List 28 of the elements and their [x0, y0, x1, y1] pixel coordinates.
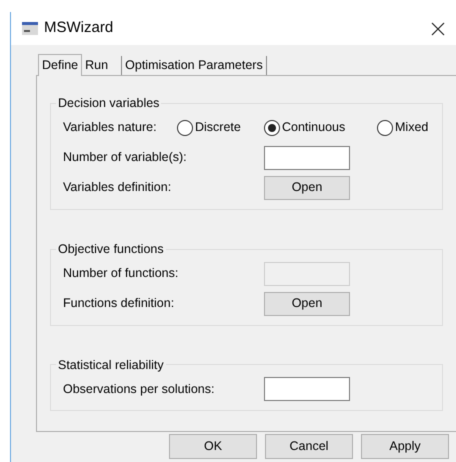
field-label: Number of functions:	[63, 265, 180, 282]
radio-option[interactable]: Discrete	[177, 118, 264, 138]
input-field[interactable]	[264, 377, 350, 402]
close-icon[interactable]	[431, 22, 445, 36]
radio-icon	[377, 120, 393, 136]
field-label: Observations per solutions:	[63, 380, 216, 398]
tab[interactable]: Define	[38, 54, 82, 76]
dialog-button[interactable]: Apply	[361, 434, 449, 459]
group-title: Objective functions	[57, 240, 165, 258]
field-label: Variables definition:	[63, 179, 172, 196]
group-title: Decision variables	[57, 95, 160, 112]
window-icon	[22, 22, 38, 35]
dialog-button[interactable]: OK	[169, 434, 257, 459]
input-field[interactable]	[264, 146, 350, 170]
open-button[interactable]: Open	[264, 292, 350, 316]
radio-icon	[177, 120, 193, 136]
tab[interactable]: Run	[82, 56, 122, 75]
window-title: MSWizard	[44, 18, 114, 38]
field-label: Variables nature:	[63, 119, 158, 136]
field-label: Functions definition:	[63, 295, 176, 312]
tab[interactable]: Optimisation Parameters	[122, 56, 267, 75]
radio-icon	[264, 120, 280, 136]
radio-option[interactable]: Mixed	[377, 118, 428, 138]
group-title: Statistical reliability	[57, 356, 165, 374]
dialog-button[interactable]: Cancel	[265, 434, 353, 459]
radio-option[interactable]: Continuous	[264, 118, 377, 138]
field-label: Number of variable(s):	[63, 149, 188, 166]
open-button[interactable]: Open	[264, 176, 350, 200]
